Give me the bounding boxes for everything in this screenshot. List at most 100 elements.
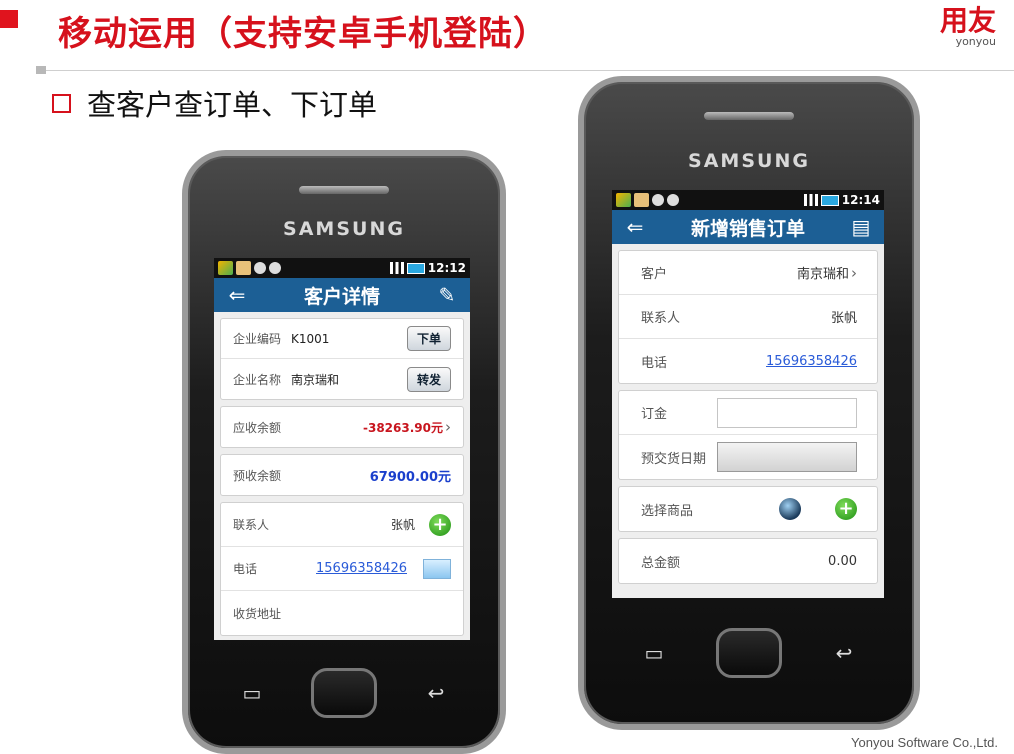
logo-cn: 用友 — [939, 4, 996, 37]
total-card: 总金额 0.00 — [618, 538, 878, 584]
home-button[interactable] — [716, 628, 782, 678]
menu-key-icon[interactable]: ▭ — [640, 641, 668, 665]
app-notification-icon — [616, 193, 631, 207]
code-label: 企业编码 — [233, 332, 282, 346]
save-icon[interactable]: ▤ — [850, 215, 872, 239]
customer-info-card: 企业编码 K1001 下单 企业名称 南京瑞和 转发 — [220, 318, 464, 400]
forward-button[interactable]: 转发 — [406, 366, 451, 392]
add-goods-icon[interactable]: + — [835, 498, 857, 520]
contact-value: 张帆 — [390, 518, 415, 532]
app-notification-icon — [218, 261, 233, 275]
usb-icon — [254, 262, 266, 274]
contact-card: 联系人 张帆 + 电话 15696358426 收货地址 — [220, 502, 464, 636]
total-row: 总金额 0.00 — [619, 539, 877, 583]
contact-label: 联系人 — [641, 311, 681, 326]
contact-label: 联系人 — [233, 518, 270, 532]
chevron-right-icon: › — [851, 263, 857, 282]
yonyou-logo: 用友 yonyou — [940, 6, 996, 48]
contact-row: 联系人 张帆 — [619, 295, 877, 339]
title-divider — [36, 66, 1014, 74]
deposit-input[interactable] — [717, 397, 857, 428]
total-value: 0.00 — [828, 553, 857, 569]
app-header: ⇐ 新增销售订单 ▤ — [612, 210, 884, 244]
slide-title: 移动运用（支持安卓手机登陆） — [58, 14, 548, 54]
speaker-grille — [704, 112, 794, 120]
prepaid-value: 67900.00元 — [369, 469, 451, 485]
customer-name-row: 企业名称 南京瑞和 转发 — [221, 359, 463, 399]
phone-label: 电话 — [233, 562, 258, 576]
status-bar: 12:14 — [612, 190, 884, 210]
phone-brand: SAMSUNG — [688, 150, 810, 172]
customer-row[interactable]: 客户 南京瑞和 › — [619, 251, 877, 295]
back-arrow-icon[interactable]: ⇐ — [624, 215, 646, 239]
receivable-value: -38263.90元 — [363, 420, 443, 435]
app-notification-icon — [236, 261, 251, 275]
message-icon[interactable] — [423, 558, 451, 579]
title-marker — [0, 10, 18, 28]
address-label: 收货地址 — [233, 606, 282, 621]
name-label: 企业名称 — [233, 372, 282, 387]
footer-company: Yonyou Software Co.,Ltd. — [851, 735, 998, 750]
customer-value: 南京瑞和 — [796, 267, 849, 282]
contact-value: 张帆 — [830, 311, 857, 326]
signal-icon — [803, 194, 818, 206]
battery-icon — [406, 262, 425, 274]
customer-label: 客户 — [641, 267, 668, 282]
deposit-label: 订金 — [641, 407, 668, 422]
prepaid-card: 预收余额 67900.00元 — [220, 454, 464, 496]
hardware-keys: ▭ ↩ — [188, 668, 500, 718]
phone-screen: 12:12 ⇐ 客户详情 ✎ 企业编码 K1001 下单 企业名称 南京瑞和 转… — [214, 258, 470, 640]
receivable-label: 应收余额 — [233, 420, 282, 435]
app-header: ⇐ 客户详情 ✎ — [214, 278, 470, 312]
delivery-label: 预交货日期 — [641, 451, 707, 467]
globe-icon[interactable] — [779, 498, 801, 520]
android-icon — [667, 194, 679, 206]
phone-number-link[interactable]: 15696358426 — [316, 561, 407, 576]
app-notification-icon — [634, 193, 649, 207]
phone-number-link[interactable]: 15696358426 — [766, 354, 857, 369]
delivery-date-picker[interactable] — [717, 442, 857, 472]
address-row: 收货地址 — [221, 591, 463, 635]
phone-row: 电话 15696358426 — [221, 547, 463, 591]
contact-row: 联系人 张帆 + — [221, 503, 463, 547]
clock: 12:12 — [427, 261, 466, 275]
prepaid-row: 预收余额 67900.00元 — [221, 455, 463, 495]
usb-icon — [652, 194, 664, 206]
bullet-text: 查客户查订单、下订单 — [87, 88, 378, 122]
receivable-row[interactable]: 应收余额 -38263.90元 › — [221, 407, 463, 447]
phone-brand: SAMSUNG — [283, 218, 405, 240]
place-order-button[interactable]: 下单 — [406, 326, 451, 351]
chevron-right-icon: › — [445, 418, 451, 436]
header-title: 新增销售订单 — [690, 217, 805, 240]
add-contact-icon[interactable]: + — [429, 513, 451, 536]
hardware-keys: ▭ ↩ — [584, 628, 914, 678]
order-detail-card: 订金 预交货日期 — [618, 390, 878, 480]
goods-card: 选择商品 + — [618, 486, 878, 532]
deposit-row: 订金 — [619, 391, 877, 435]
phone-customer-details: SAMSUNG 12:12 ⇐ 客户详情 ✎ 企业编码 K1001 下单 企业名… — [182, 150, 506, 754]
speaker-grille — [299, 186, 389, 194]
back-key-icon[interactable]: ↩ — [830, 641, 858, 665]
phone-label: 电话 — [641, 355, 668, 371]
header-title: 客户详情 — [303, 285, 380, 308]
total-label: 总金额 — [641, 555, 681, 571]
delivery-date-row: 预交货日期 — [619, 435, 877, 479]
battery-icon — [820, 194, 839, 206]
phone-new-order: SAMSUNG 12:14 ⇐ 新增销售订单 ▤ 客户 南京瑞和 › 联系人 张… — [578, 76, 920, 730]
edit-icon[interactable]: ✎ — [436, 283, 458, 307]
goods-label: 选择商品 — [641, 503, 694, 519]
checkbox-bullet-icon — [52, 93, 71, 113]
select-goods-row: 选择商品 + — [619, 487, 877, 531]
prepaid-label: 预收余额 — [233, 468, 282, 483]
back-arrow-icon[interactable]: ⇐ — [226, 283, 248, 307]
customer-code-row: 企业编码 K1001 下单 — [221, 319, 463, 359]
phone-row: 电话 15696358426 — [619, 339, 877, 383]
name-value: 南京瑞和 — [291, 372, 340, 387]
status-bar: 12:12 — [214, 258, 470, 278]
code-value: K1001 — [291, 331, 330, 346]
receivable-card[interactable]: 应收余额 -38263.90元 › — [220, 406, 464, 448]
back-key-icon[interactable]: ↩ — [422, 681, 450, 705]
home-button[interactable] — [311, 668, 377, 718]
menu-key-icon[interactable]: ▭ — [238, 681, 266, 705]
logo-en: yonyou — [955, 35, 996, 48]
